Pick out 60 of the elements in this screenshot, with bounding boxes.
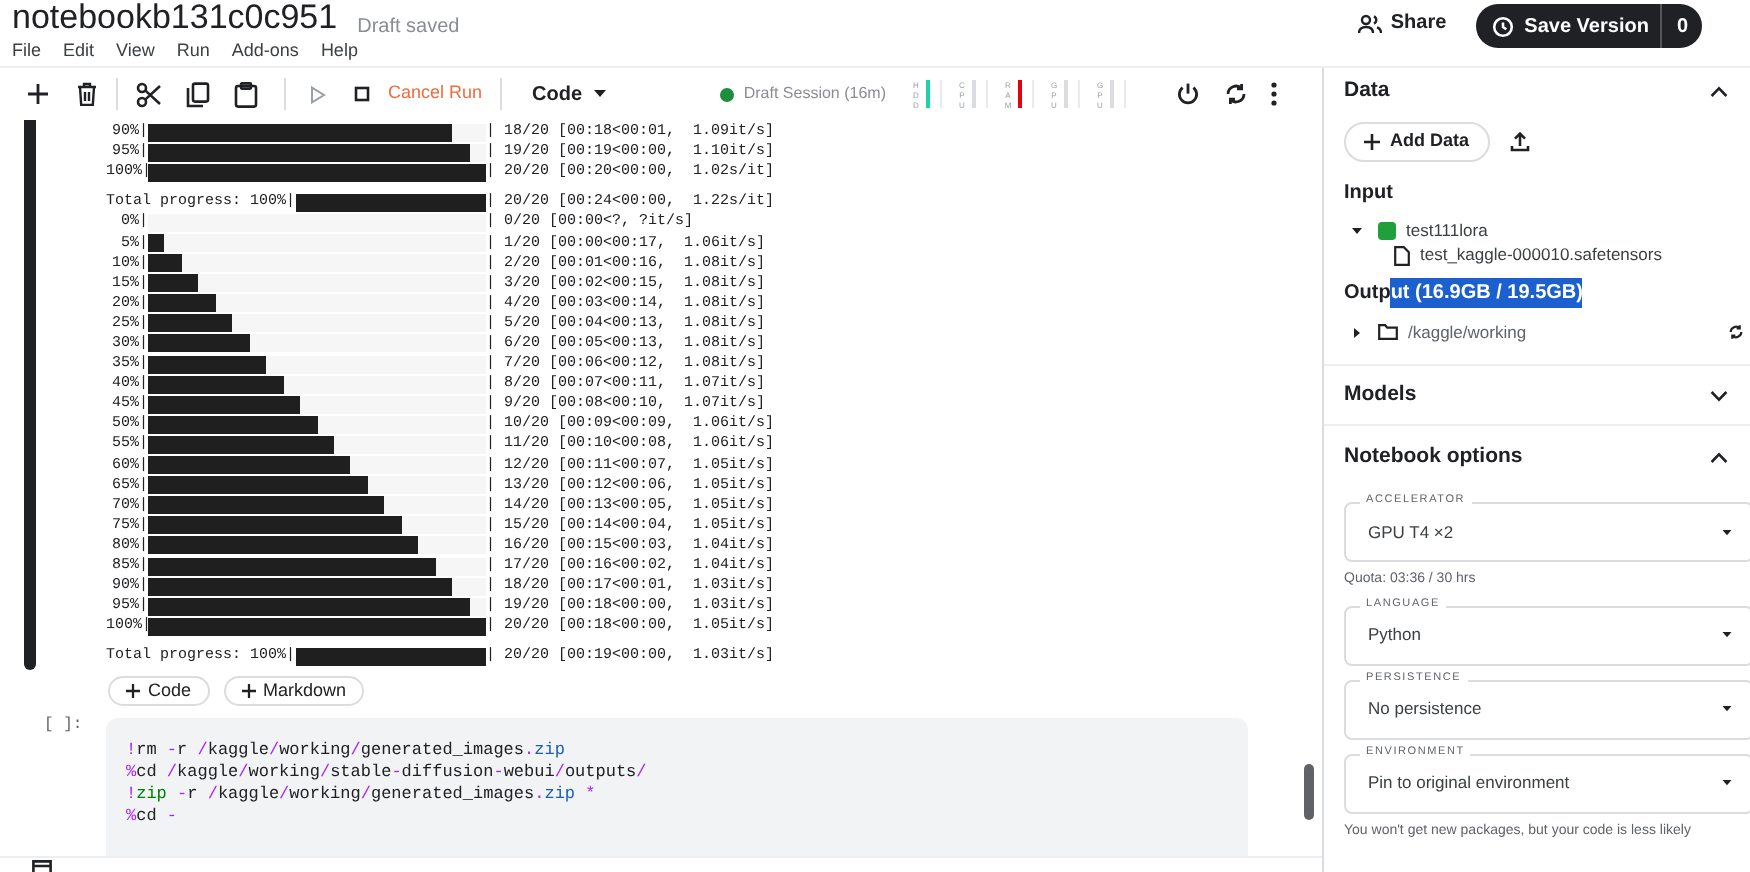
- clock-icon: [1492, 15, 1515, 37]
- clipboard-icon[interactable]: [234, 81, 258, 107]
- people-icon: [1358, 13, 1383, 33]
- code-text[interactable]: !rm -r /kaggle/working/generated_images.zip %cd /kaggle/working/stable-diffusion-webui/outputs/ !zip -r /kaggle/working/generated_images.zip * %cd -: [126, 740, 1248, 829]
- power-icon[interactable]: [1176, 82, 1200, 106]
- cell-type-dropdown[interactable]: Code: [532, 79, 607, 109]
- upload-icon[interactable]: [1509, 132, 1530, 152]
- stop-icon[interactable]: [354, 86, 370, 102]
- chevron-icon[interactable]: [1710, 86, 1728, 98]
- add-data-button[interactable]: Add Data: [1344, 122, 1490, 162]
- menu-item[interactable]: Edit: [63, 38, 95, 62]
- dataset-icon: [1378, 221, 1396, 239]
- copy-icon[interactable]: [186, 81, 210, 107]
- save-version-label[interactable]: Save Version: [1524, 11, 1649, 41]
- refresh-icon[interactable]: [1728, 324, 1744, 340]
- panel-icon[interactable]: [32, 860, 52, 872]
- trash-icon[interactable]: [76, 82, 98, 106]
- menu-item[interactable]: View: [116, 38, 155, 62]
- menu-item[interactable]: Run: [176, 38, 210, 62]
- expand-caret-icon[interactable]: [1352, 225, 1362, 235]
- caret-icon: [1722, 706, 1732, 712]
- caret-icon: [1722, 780, 1732, 786]
- section-title[interactable]: Data: [1344, 76, 1390, 108]
- cell-prompt: [ ]:: [44, 714, 85, 738]
- version-count: 0: [1674, 13, 1690, 41]
- section-heading: Output (16.9GB / 19.5GB): [1344, 278, 1585, 308]
- play-icon[interactable]: [310, 85, 326, 103]
- add-cell-button[interactable]: Markdown: [223, 676, 365, 707]
- chevron-icon[interactable]: [1710, 389, 1728, 401]
- tree-item[interactable]: /kaggle/working: [1408, 319, 1718, 345]
- caret-icon: [1722, 632, 1732, 638]
- code-cell[interactable]: !rm -r /kaggle/working/generated_images.zip %cd /kaggle/working/stable-diffusion-webui/outputs/ !zip -r /kaggle/working/generated_images.zip * %cd -: [106, 718, 1248, 856]
- section-title[interactable]: Notebook options: [1344, 441, 1523, 473]
- save-version-button[interactable]: Save Version 0: [1476, 4, 1702, 48]
- menu-item[interactable]: Add-ons: [231, 38, 299, 62]
- tree-item[interactable]: test111lora: [1406, 217, 1488, 243]
- menu-item[interactable]: File: [12, 38, 42, 62]
- expand-caret-icon[interactable]: [1352, 327, 1362, 337]
- add-icon[interactable]: [26, 82, 50, 106]
- add-cell-button[interactable]: Code: [108, 676, 210, 707]
- share-button[interactable]: Share: [1354, 8, 1451, 38]
- more-icon[interactable]: [1270, 82, 1278, 106]
- plus-icon: [126, 684, 140, 699]
- menu-item[interactable]: Help: [320, 38, 358, 62]
- scissors-icon[interactable]: [136, 81, 162, 107]
- section-heading: Input: [1344, 180, 1395, 208]
- session-status: Draft Session (16m): [743, 82, 886, 106]
- plus-icon: [241, 684, 256, 699]
- caret-icon: [1722, 529, 1732, 535]
- scrollbar-thumb[interactable]: [1304, 764, 1314, 820]
- folder-icon: [1378, 324, 1398, 340]
- chevron-icon[interactable]: [1710, 451, 1728, 463]
- file-icon: [1394, 245, 1410, 265]
- notebook-title[interactable]: notebookb131c0c951: [12, 0, 338, 34]
- save-status: Draft saved: [357, 14, 460, 42]
- refresh-icon[interactable]: [1224, 82, 1248, 106]
- caret-icon: [594, 90, 607, 98]
- plus-icon: [1364, 134, 1380, 150]
- section-title[interactable]: Models: [1344, 379, 1417, 411]
- tree-item[interactable]: test_kaggle-000010.safetensors: [1420, 242, 1662, 268]
